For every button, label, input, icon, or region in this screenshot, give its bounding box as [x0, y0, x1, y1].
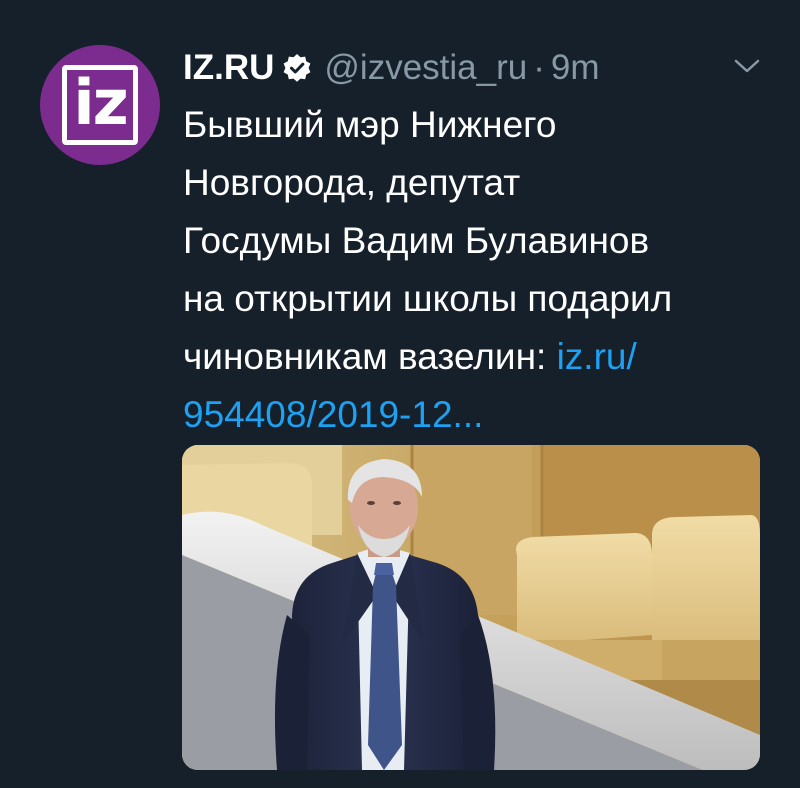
account-name[interactable]: IZ.RU — [183, 48, 274, 88]
tweet-text-line: Госдумы Вадим Булавинов — [183, 220, 650, 261]
separator-dot: · — [533, 48, 545, 87]
article-link[interactable]: iz.ru/ — [557, 336, 637, 377]
tweet-text-line: чиновникам вазелин: iz.ru/ — [183, 328, 773, 386]
article-link-continued[interactable]: 954408/2019-12... — [183, 386, 773, 444]
avatar[interactable]: iz — [40, 45, 160, 165]
tweet-text-line: на открытии школы подарил — [183, 278, 673, 319]
tweet-card[interactable]: iz IZ.RU @izvestia_ru · 9m Бывший мэр Ни… — [0, 0, 800, 788]
account-handle[interactable]: @izvestia_ru — [324, 48, 527, 88]
tweet-timestamp[interactable]: 9m — [551, 48, 600, 88]
tweet-text-fragment: чиновникам вазелин: — [183, 336, 557, 377]
verified-badge-icon — [282, 53, 312, 83]
chevron-down-icon[interactable] — [732, 54, 762, 78]
tweet-photo[interactable] — [182, 445, 760, 770]
tweet-text-line: Бывший мэр Нижнего — [183, 104, 557, 145]
tweet-header: IZ.RU @izvestia_ru · 9m — [183, 46, 600, 90]
tweet-text: Бывший мэр Нижнего Новгорода, депутат Го… — [183, 96, 773, 444]
tweet-text-line: Новгорода, депутат — [183, 162, 521, 203]
iz-logo: iz — [62, 65, 138, 145]
